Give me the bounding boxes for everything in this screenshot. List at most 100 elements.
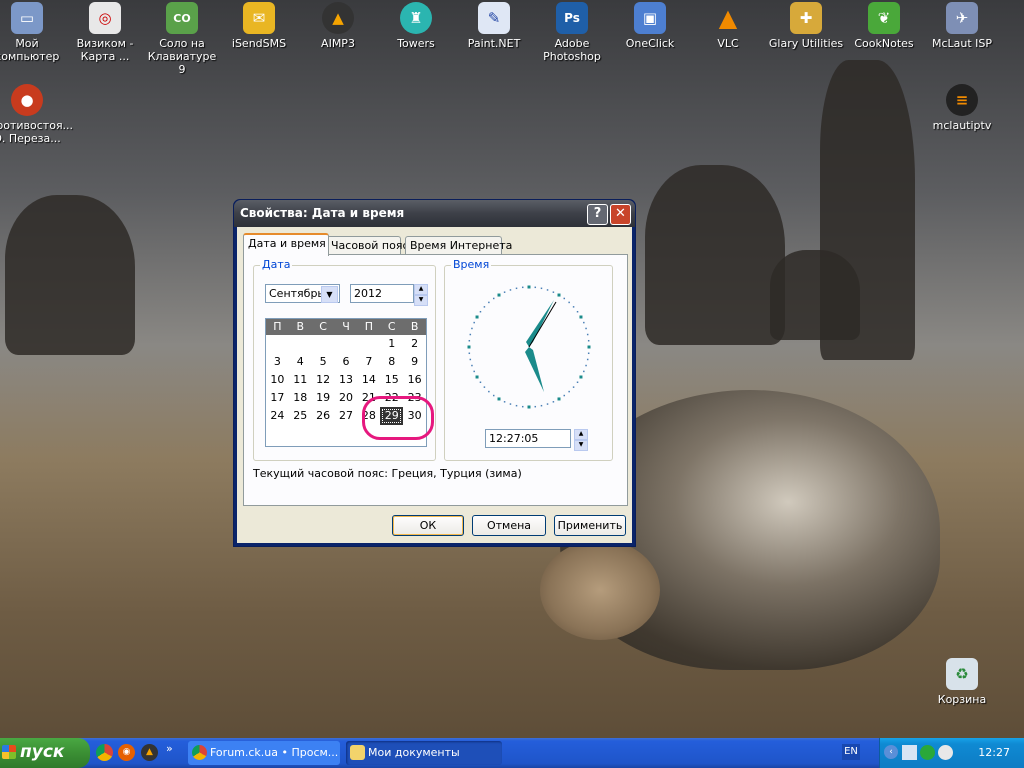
language-indicator[interactable]: EN [842, 744, 860, 760]
clock-tick [583, 321, 585, 324]
task-my-documents[interactable]: Мои документы [346, 741, 502, 765]
time-input[interactable]: 12:27:05 [485, 429, 571, 448]
year-spinner[interactable]: ▲ ▼ [414, 284, 428, 306]
cancel-button[interactable]: Отмена [472, 515, 546, 536]
aimp-quicklaunch-icon[interactable]: ▲ [141, 744, 158, 761]
chrome-icon[interactable] [96, 744, 113, 761]
desktop-icon-aimp3[interactable]: ▲ AIMP3 [299, 0, 377, 50]
year-input[interactable]: 2012 [350, 284, 414, 303]
close-button[interactable]: ✕ [610, 204, 631, 225]
calendar-day[interactable]: 9 [403, 353, 426, 371]
dialog-title: Свойства: Дата и время [240, 206, 405, 220]
folder-icon [350, 745, 365, 760]
calendar-day[interactable]: 7 [357, 353, 380, 371]
calendar-day[interactable] [335, 335, 358, 353]
time-spinner[interactable]: ▲ ▼ [574, 429, 588, 451]
clock-tick [509, 289, 512, 291]
vlc-icon: ▲ [718, 3, 738, 32]
calendar-day[interactable]: 13 [335, 371, 358, 389]
windows-logo-icon [2, 745, 16, 759]
calendar-day[interactable]: 2 [403, 335, 426, 353]
calendar-day[interactable]: 14 [357, 371, 380, 389]
calendar-day[interactable]: 25 [289, 407, 312, 425]
spin-down-icon[interactable]: ▼ [574, 440, 588, 451]
desktop-icon-game[interactable]: ● Противостоя... О. Переза... [0, 82, 73, 145]
calendar-day[interactable]: 11 [289, 371, 312, 389]
mclaut-icon: ✈ [946, 2, 978, 34]
oneclick-icon: ▣ [634, 2, 666, 34]
calendar-day[interactable]: 10 [266, 371, 289, 389]
calendar-day[interactable]: 17 [266, 389, 289, 407]
desktop-icon-vizicom[interactable]: ◎ Визиком - Карта ... [66, 0, 144, 63]
desktop-icon-paintnet[interactable]: ✎ Paint.NET [455, 0, 533, 50]
spin-down-icon[interactable]: ▼ [414, 295, 428, 306]
desktop-icon-photoshop[interactable]: Ps Adobe Photoshop [533, 0, 611, 63]
calendar-day[interactable] [266, 335, 289, 353]
spin-up-icon[interactable]: ▲ [414, 284, 428, 295]
show-hidden-icons-icon[interactable]: ‹ [884, 745, 898, 759]
task-chrome-forum[interactable]: Forum.ck.ua • Просм... [188, 741, 340, 765]
desktop-icon-vlc[interactable]: ▲ VLC [689, 0, 767, 51]
clock-tick [467, 345, 471, 349]
desktop-icon-towers[interactable]: ♜ Towers [377, 0, 455, 50]
ok-button[interactable]: ОК [392, 515, 464, 536]
desktop-icon-cooknotes[interactable]: ❦ CookNotes [845, 0, 923, 50]
calendar-day[interactable]: 12 [312, 371, 335, 389]
calendar-day[interactable] [289, 335, 312, 353]
calendar-day[interactable]: 1 [380, 335, 403, 353]
calendar-day[interactable]: 3 [266, 353, 289, 371]
start-button[interactable]: пуск [0, 738, 90, 768]
tab-date-time[interactable]: Дата и время [243, 233, 329, 256]
spin-up-icon[interactable]: ▲ [574, 429, 588, 440]
network-icon[interactable] [902, 745, 917, 760]
firefox-icon[interactable]: ◉ [118, 744, 135, 761]
tray-app-icon[interactable] [920, 745, 935, 760]
calendar-day[interactable]: 26 [312, 407, 335, 425]
clock-tick [475, 375, 479, 379]
date-time-dialog: Свойства: Дата и время ? ✕ Дата и время … [233, 199, 636, 547]
calendar-day[interactable]: 4 [289, 353, 312, 371]
dialog-titlebar[interactable]: Свойства: Дата и время ? ✕ [234, 200, 635, 227]
calendar-day[interactable]: 19 [312, 389, 335, 407]
clock-tick [527, 405, 531, 409]
calendar-day[interactable]: 27 [335, 407, 358, 425]
calendar-day[interactable] [312, 335, 335, 353]
weekday-label: В [296, 320, 305, 333]
calendar-day[interactable]: 16 [403, 371, 426, 389]
tray-app-icon[interactable] [938, 745, 953, 760]
calendar-day[interactable]: 24 [266, 407, 289, 425]
clock-tick [572, 386, 575, 388]
calendar-day[interactable]: 6 [335, 353, 358, 371]
calendar-day[interactable]: 8 [380, 353, 403, 371]
calendar-day[interactable] [357, 335, 380, 353]
task-label: Мои документы [368, 746, 460, 759]
desktop-icon-solo[interactable]: CO Соло на Клавиатуре 9 [143, 0, 221, 76]
desktop-icon-label: Glary Utilities [768, 37, 844, 50]
desktop-icon-label: VLC [717, 37, 739, 50]
desktop-icon-isendsms[interactable]: ✉ iSendSMS [220, 0, 298, 50]
desktop-icon-label: Соло на Клавиатуре 9 [147, 37, 217, 76]
calendar-day[interactable]: 18 [289, 389, 312, 407]
calendar-day[interactable]: 5 [312, 353, 335, 371]
tray-clock[interactable]: 12:27 [978, 738, 1010, 768]
tab-internet-time[interactable]: Время Интернета [405, 236, 512, 255]
clock-tick [527, 285, 531, 289]
chevron-down-icon[interactable]: ▼ [321, 286, 338, 303]
help-button[interactable]: ? [587, 204, 608, 225]
desktop-icon-glary[interactable]: ✚ Glary Utilities [767, 0, 845, 50]
desktop-icon-recycle-bin[interactable]: ♻ Корзина [923, 656, 1001, 706]
desktop-icon-mclaut-isp[interactable]: ✈ McLaut ISP [923, 0, 1001, 50]
calendar-day[interactable]: 20 [335, 389, 358, 407]
calendar-day[interactable]: 15 [380, 371, 403, 389]
apply-button[interactable]: Применить [554, 515, 626, 536]
start-label: пуск [20, 742, 65, 762]
desktop-icon-my-computer[interactable]: ▭ Мой компьютер [0, 0, 66, 63]
clock-tick [479, 381, 482, 384]
month-select[interactable]: Сентябрь ▼ [265, 284, 340, 303]
quicklaunch-overflow-icon[interactable]: » [166, 742, 173, 755]
clock-tick [483, 306, 486, 308]
desktop-icon-oneclick[interactable]: ▣ OneClick [611, 0, 689, 50]
desktop-icon-mclautiptv[interactable]: ≡ mclautiptv [923, 82, 1001, 132]
tab-timezone[interactable]: Часовой пояс [326, 236, 409, 255]
clock-tick [469, 333, 472, 336]
